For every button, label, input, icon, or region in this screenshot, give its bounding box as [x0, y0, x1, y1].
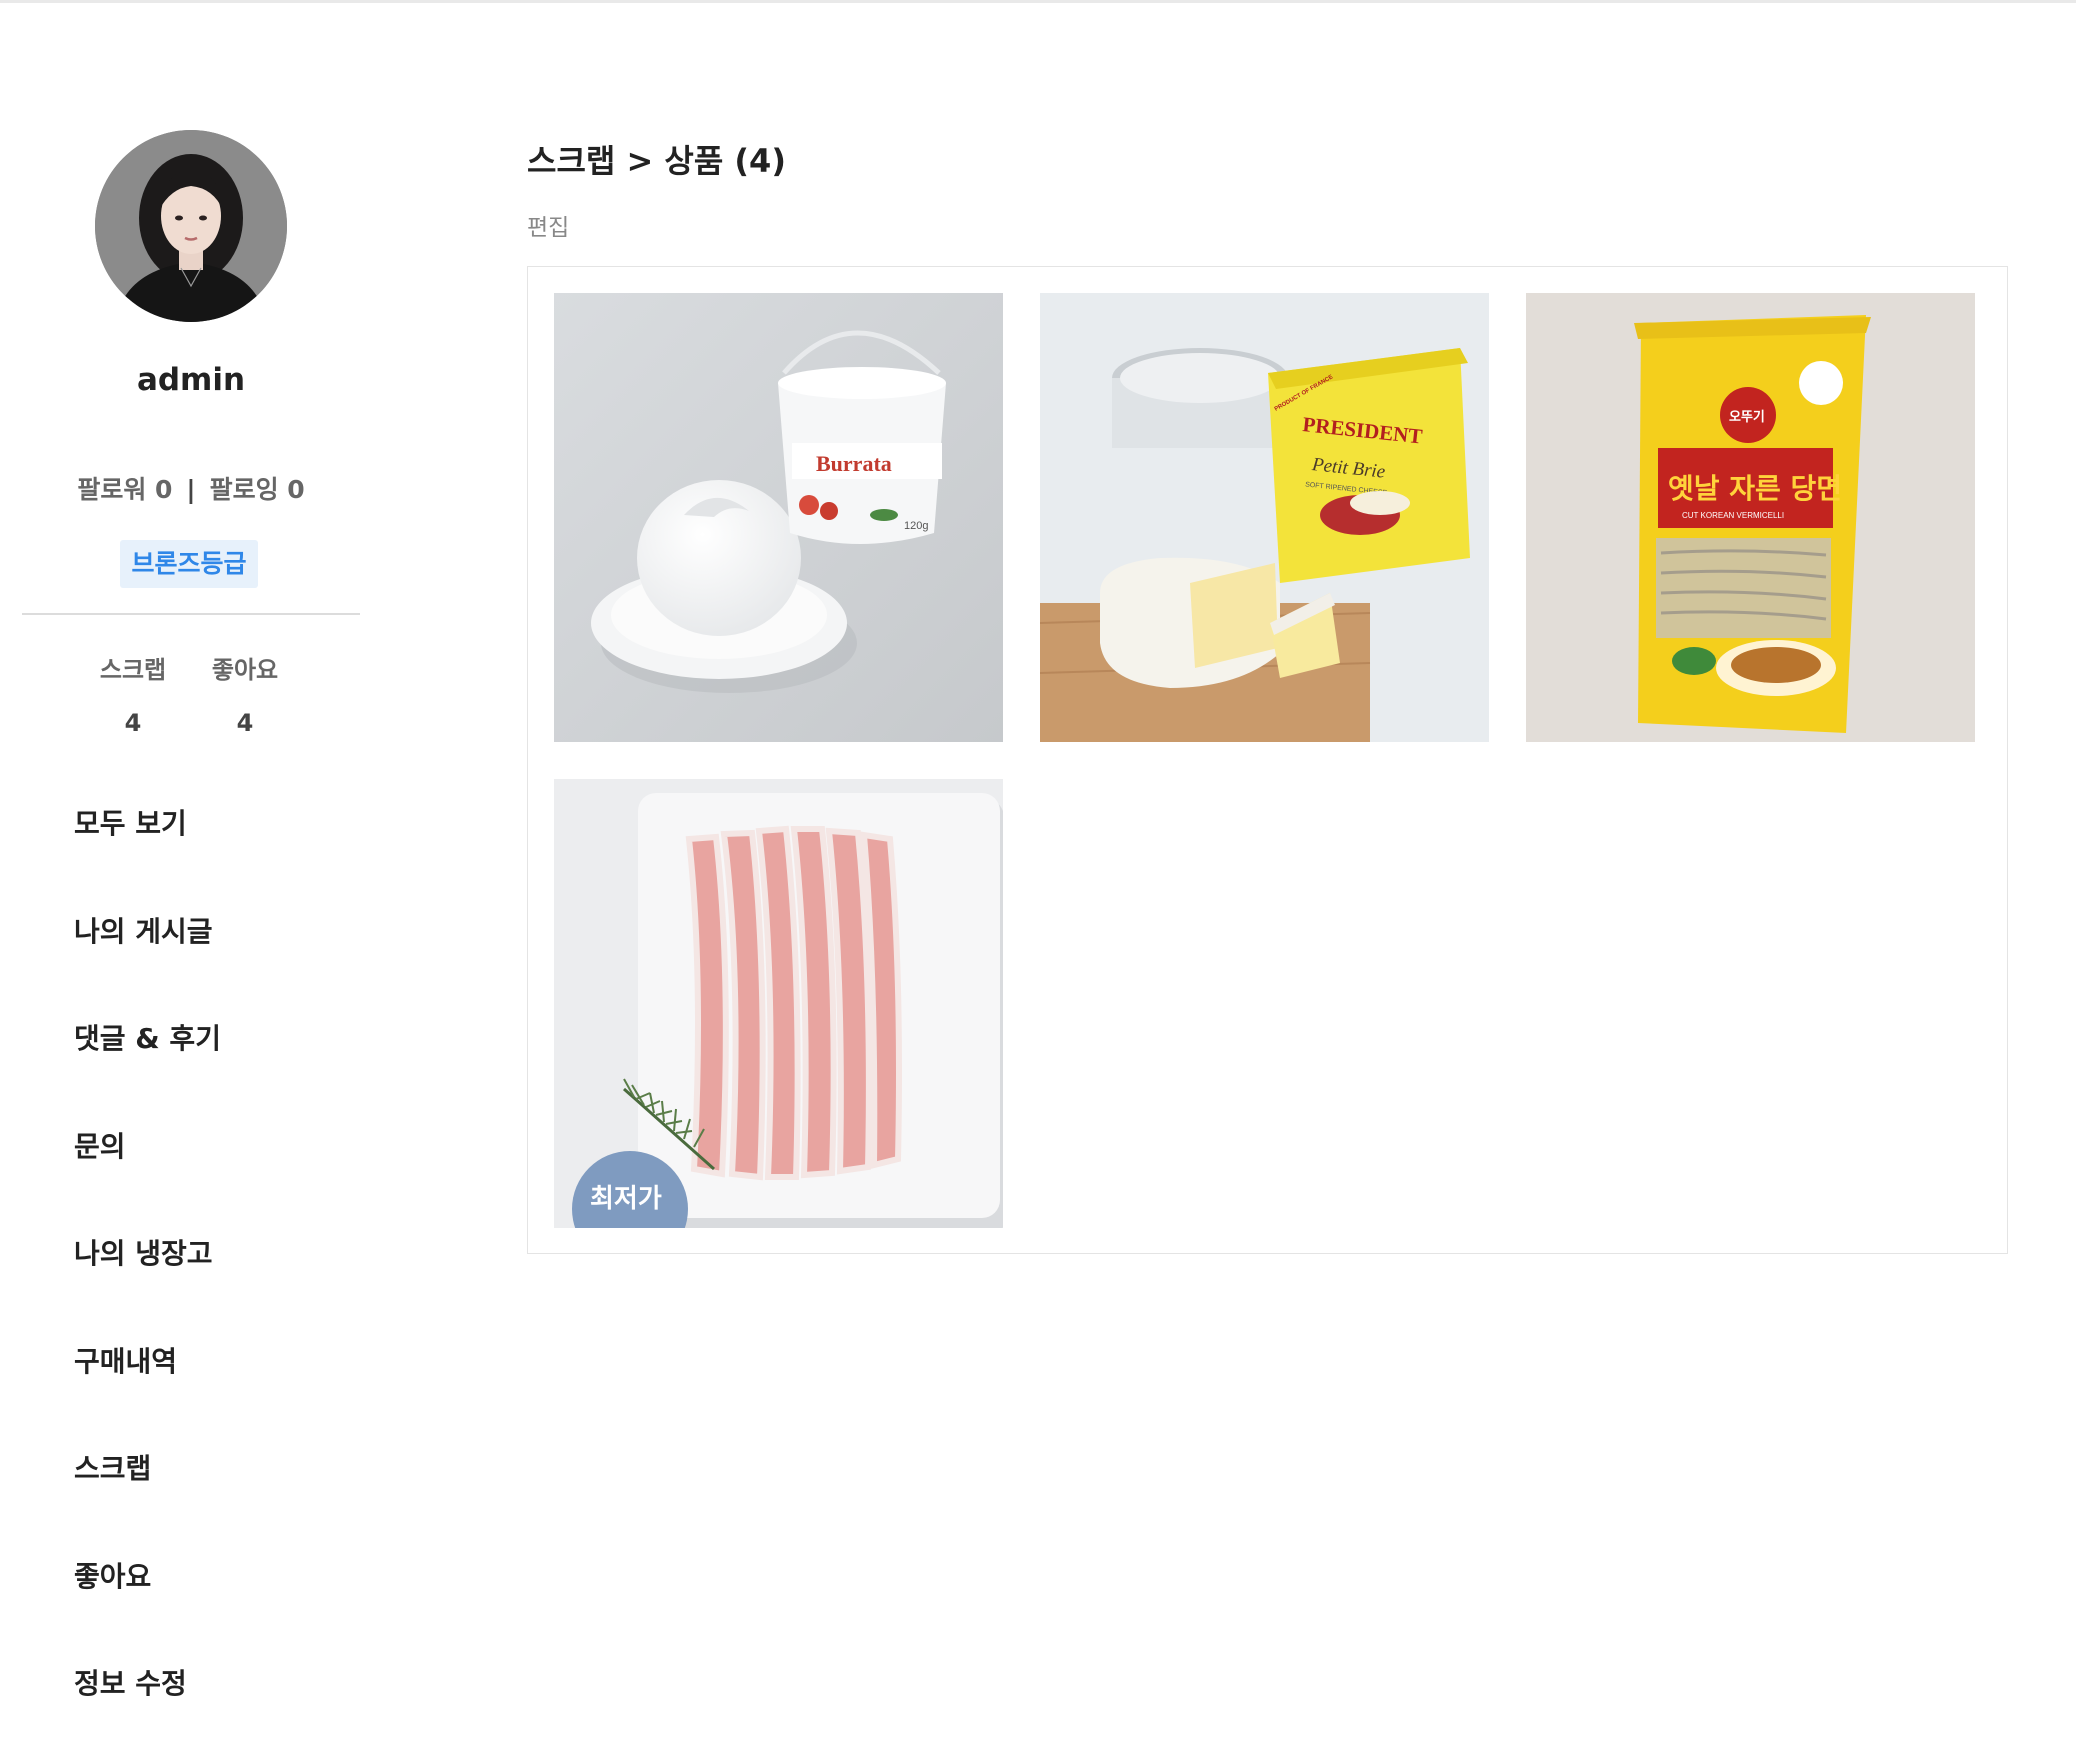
sidebar-menu: 모두 보기 나의 게시글 댓글 & 후기 문의 나의 냉장고 구매내역 스크랩 …: [74, 802, 354, 1758]
username: admin: [136, 362, 246, 398]
menu-item-purchase-history[interactable]: 구매내역: [74, 1340, 354, 1448]
glass-noodles-image: 옛날 자른 당면 CUT KOREAN VERMICELLI 오뚜기: [1526, 293, 1975, 742]
product-card-petit-brie[interactable]: PRESIDENT Petit Brie SOFT RIPENED CHEESE…: [1040, 293, 1489, 742]
scrap-product-grid: Burrata 120g PRESIDENT Petit Brie SOFT R…: [527, 266, 2008, 1254]
follow-separator: |: [186, 475, 196, 504]
noodles-brand: 오뚜기: [1729, 410, 1765, 425]
menu-item-edit-info[interactable]: 정보 수정: [74, 1662, 354, 1758]
stat-scrap-label: 스크랩: [99, 656, 167, 684]
following-count[interactable]: 팔로잉 0: [210, 475, 305, 504]
menu-item-my-posts[interactable]: 나의 게시글: [74, 910, 354, 1018]
avatar[interactable]: [95, 130, 287, 322]
burrata-package-text: Burrata: [816, 451, 892, 476]
stat-like-count: 4: [236, 709, 254, 737]
top-divider: [0, 0, 2076, 3]
product-card-glass-noodles[interactable]: 옛날 자른 당면 CUT KOREAN VERMICELLI 오뚜기: [1526, 293, 1975, 742]
stat-like-label: 좋아요: [211, 656, 279, 684]
product-card-pork-belly[interactable]: 최저가: [554, 779, 1003, 1228]
lowest-price-badge: 최저가: [590, 1184, 662, 1214]
sidebar-divider: [22, 613, 360, 615]
follower-count[interactable]: 팔로워 0: [77, 475, 172, 504]
stat-scrap-count: 4: [124, 709, 142, 737]
menu-item-comments-reviews[interactable]: 댓글 & 후기: [74, 1017, 354, 1125]
menu-item-scrap[interactable]: 스크랩: [74, 1447, 354, 1555]
stat-like[interactable]: 좋아요 4: [190, 650, 300, 737]
profile-photo: [95, 130, 287, 322]
menu-item-all[interactable]: 모두 보기: [74, 802, 354, 910]
burrata-weight: 120g: [904, 520, 928, 532]
pork-belly-image: 최저가: [554, 779, 1003, 1228]
product-card-burrata[interactable]: Burrata 120g: [554, 293, 1003, 742]
grade-badge: 브론즈등급: [120, 540, 258, 588]
noodles-sub-text: CUT KOREAN VERMICELLI: [1682, 511, 1784, 520]
follow-counts: 팔로워 0 | 팔로잉 0: [22, 470, 360, 506]
petit-brie-image: PRESIDENT Petit Brie SOFT RIPENED CHEESE…: [1040, 293, 1489, 742]
menu-item-my-fridge[interactable]: 나의 냉장고: [74, 1232, 354, 1340]
breadcrumb: 스크랩 > 상품 (4): [527, 142, 786, 180]
menu-item-inquiry[interactable]: 문의: [74, 1125, 354, 1233]
menu-item-likes[interactable]: 좋아요: [74, 1555, 354, 1663]
stat-scrap[interactable]: 스크랩 4: [78, 650, 188, 737]
noodles-package-text: 옛날 자른 당면: [1668, 472, 1842, 505]
burrata-image: Burrata 120g: [554, 293, 1003, 742]
edit-button[interactable]: 편집: [527, 208, 569, 242]
